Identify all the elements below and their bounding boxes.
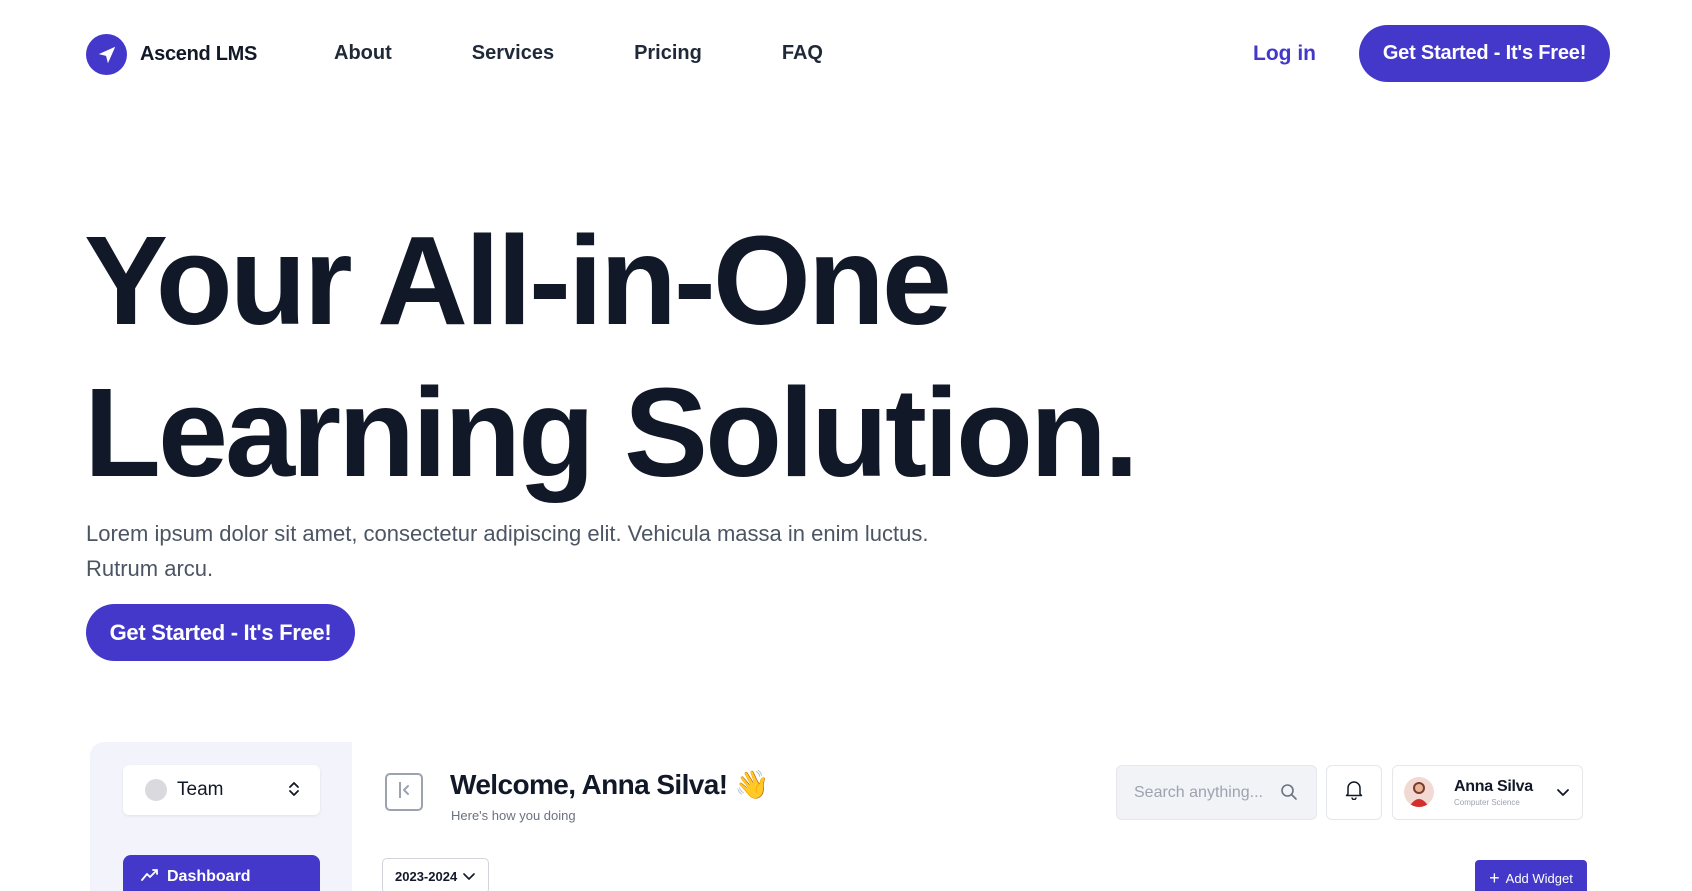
login-link[interactable]: Log in: [1253, 42, 1316, 66]
hero-title-line-1: Your All-in-One: [84, 210, 952, 351]
chevron-down-icon: [1556, 785, 1570, 803]
year-select[interactable]: 2023-2024: [382, 858, 489, 891]
notifications-button[interactable]: [1326, 765, 1382, 820]
brand-name: Ascend LMS: [140, 43, 258, 65]
paper-plane-logo-icon: [86, 34, 127, 75]
search-input[interactable]: Search anything...: [1116, 765, 1317, 820]
chevron-down-icon: [457, 869, 475, 884]
search-icon: [1280, 783, 1298, 806]
nav-link-about[interactable]: About: [334, 42, 392, 65]
avatar: [1404, 777, 1434, 807]
nav-link-faq[interactable]: FAQ: [782, 42, 823, 65]
welcome-heading: Welcome, Anna Silva! 👋: [450, 769, 769, 800]
hero-subtitle-line-1: Lorem ipsum dolor sit amet, consectetur …: [86, 521, 929, 546]
hero-title-line-2: Learning Solution.: [84, 362, 1139, 503]
year-select-value: 2023-2024: [395, 868, 458, 884]
profile-name: Anna Silva: [1454, 778, 1533, 795]
brand[interactable]: Ascend LMS: [86, 34, 257, 75]
profile-role: Computer Science: [1454, 798, 1520, 807]
nav-links: About Services Pricing FAQ: [334, 42, 903, 65]
bell-icon: [1345, 780, 1363, 805]
sidebar-item-label: Dashboard: [167, 868, 251, 885]
nav-link-pricing[interactable]: Pricing: [634, 42, 702, 65]
search-placeholder: Search anything...: [1134, 783, 1263, 801]
collapse-sidebar-button[interactable]: [385, 773, 423, 811]
trend-chart-icon: [141, 868, 159, 887]
add-widget-button[interactable]: + Add Widget: [1475, 860, 1587, 891]
dashboard-preview: Team Dashboard Welcome, Anna Silva! 👋 He…: [90, 742, 1610, 891]
nav-link-services[interactable]: Services: [472, 42, 554, 65]
chevron-left-icon: [396, 780, 412, 805]
team-avatar: [145, 779, 167, 801]
hero-subtitle: Lorem ipsum dolor sit amet, consectetur …: [86, 516, 1006, 586]
welcome-subtitle: Here's how you doing: [451, 808, 576, 823]
hero-subtitle-line-2: Rutrum arcu.: [86, 556, 214, 581]
chevron-up-down-icon: [288, 779, 300, 804]
get-started-button-nav[interactable]: Get Started - It's Free!: [1359, 25, 1610, 82]
preview-sidebar: Team Dashboard: [90, 742, 352, 891]
team-select-label: Team: [177, 779, 224, 800]
top-nav: Ascend LMS About Services Pricing FAQ Lo…: [0, 0, 1692, 108]
add-widget-label: Add Widget: [1505, 870, 1573, 886]
profile-menu[interactable]: Anna Silva Computer Science: [1392, 765, 1583, 820]
hero-title: Your All-in-One Learning Solution.: [84, 205, 1139, 509]
get-started-button-hero[interactable]: Get Started - It's Free!: [86, 604, 355, 661]
team-select[interactable]: Team: [123, 765, 320, 815]
plus-icon: +: [1489, 868, 1500, 888]
sidebar-item-dashboard[interactable]: Dashboard: [123, 855, 320, 891]
